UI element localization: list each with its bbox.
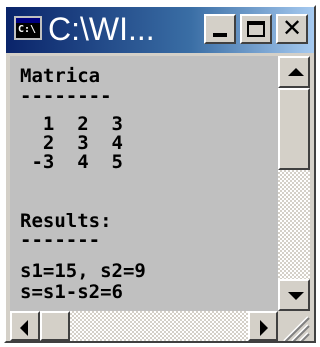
console-output[interactable]: Matrica -------- 1 2 3 2 3 4 -3 4 5 Resu… — [10, 56, 278, 311]
console-window: C:\ C:\WI... ✕ Matrica -------- 1 2 3 2 … — [4, 5, 316, 343]
title-bar[interactable]: C:\ C:\WI... ✕ — [6, 7, 314, 53]
window-title: C:\WI... — [48, 11, 155, 47]
vertical-scrollbar[interactable] — [278, 56, 310, 311]
maximize-button[interactable] — [240, 14, 272, 44]
scroll-right-button[interactable] — [248, 311, 278, 341]
scroll-down-button[interactable] — [278, 279, 310, 311]
console-icon-label: C:\ — [18, 24, 37, 35]
minimize-button[interactable] — [204, 14, 236, 44]
console-line: Matrica — [20, 65, 101, 87]
resize-grip[interactable] — [278, 311, 310, 343]
resize-grip-icon — [283, 316, 310, 343]
console-line: -3 4 5 — [20, 151, 123, 173]
console-line: s1=15, s2=9 — [20, 260, 146, 282]
close-icon: ✕ — [281, 14, 303, 42]
arrow-left-icon — [20, 320, 28, 336]
console-line: ------- — [20, 229, 101, 251]
arrow-right-icon — [260, 320, 268, 336]
horizontal-scroll-thumb[interactable] — [40, 311, 70, 341]
arrow-down-icon — [288, 292, 304, 300]
minimize-icon — [213, 33, 227, 37]
maximize-icon — [247, 21, 265, 37]
arrow-up-icon — [288, 68, 304, 76]
close-button[interactable]: ✕ — [276, 14, 308, 44]
console-line: s=s1-s2=6 — [20, 281, 123, 303]
horizontal-scroll-track[interactable] — [40, 311, 248, 341]
console-line: 2 3 4 — [20, 132, 123, 154]
console-icon[interactable]: C:\ — [14, 16, 42, 40]
console-line: 1 2 3 — [20, 113, 123, 135]
vertical-scroll-track[interactable] — [278, 88, 310, 279]
console-line: -------- — [20, 85, 112, 107]
console-line: Results: — [20, 210, 112, 232]
scroll-left-button[interactable] — [10, 311, 40, 341]
horizontal-scrollbar[interactable] — [10, 311, 278, 341]
vertical-scroll-thumb[interactable] — [278, 88, 310, 170]
scroll-up-button[interactable] — [278, 56, 310, 88]
